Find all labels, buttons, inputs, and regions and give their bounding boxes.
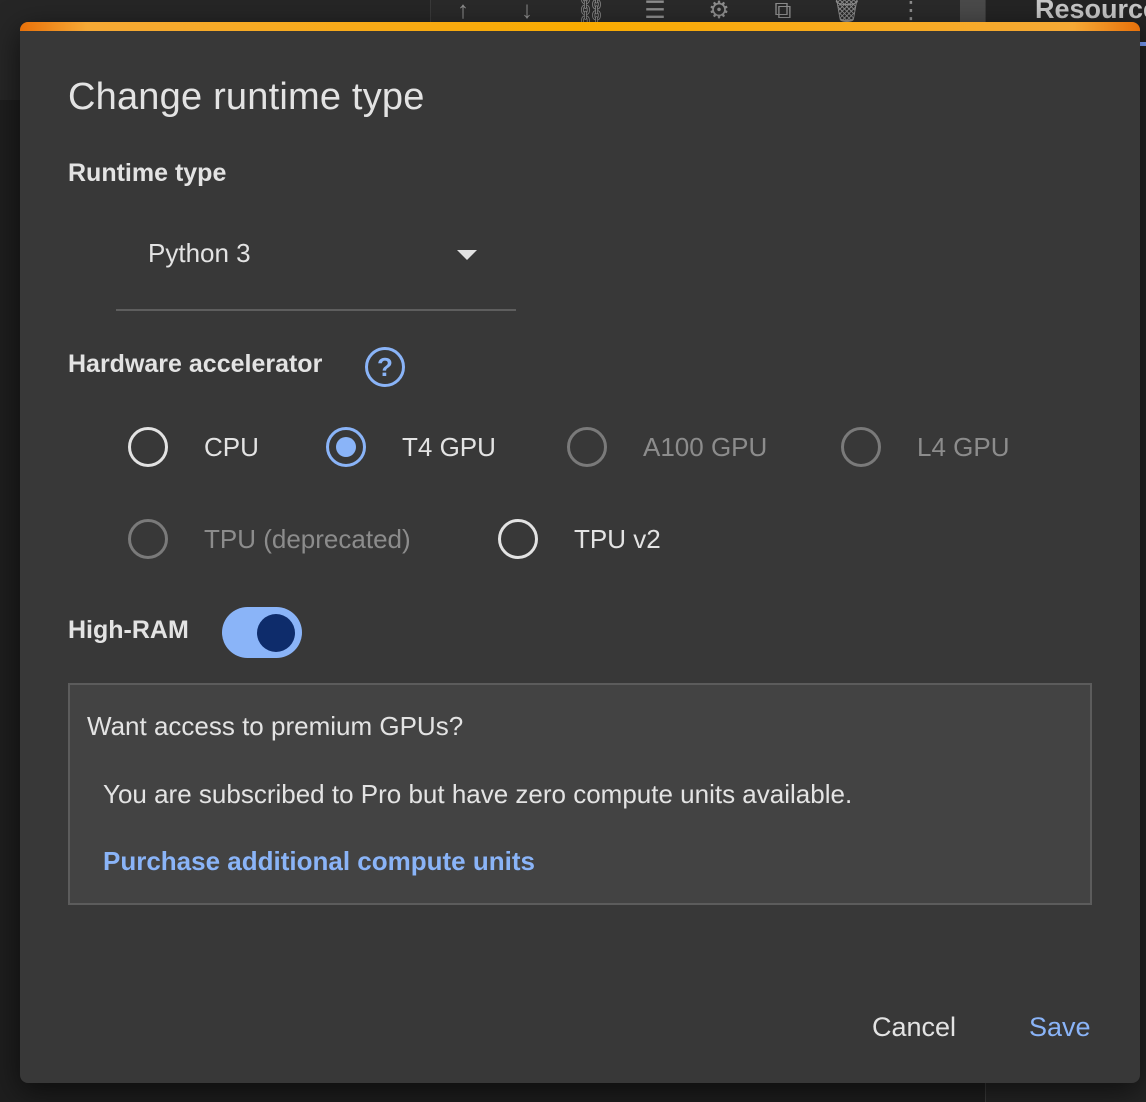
runtime-type-value: Python 3	[148, 238, 251, 268]
help-glyph: ?	[377, 351, 393, 382]
dropdown-arrow-icon	[457, 250, 477, 260]
high-ram-label: High-RAM	[68, 616, 189, 644]
radio-a100-gpu[interactable]: A100 GPU	[567, 427, 767, 467]
comment-icon[interactable]: ☰	[639, 0, 671, 24]
mirror-icon[interactable]: ⧉	[767, 0, 799, 24]
more-vert-icon[interactable]: ⋮	[895, 0, 927, 24]
radio-cpu[interactable]: CPU	[128, 427, 259, 467]
radio-button[interactable]	[326, 427, 366, 467]
help-icon[interactable]: ?	[365, 347, 405, 387]
dialog-top-stripe	[20, 22, 1140, 31]
hardware-accelerator-label: Hardware accelerator	[68, 350, 323, 378]
runtime-type-label: Runtime type	[68, 159, 227, 187]
toggle-knob	[257, 614, 295, 652]
radio-button[interactable]	[128, 519, 168, 559]
premium-gpu-info-box: Want access to premium GPUs? You are sub…	[68, 683, 1092, 905]
radio-tpu-v2[interactable]: TPU v2	[498, 519, 661, 559]
delete-icon[interactable]: 🗑	[831, 0, 863, 24]
runtime-type-select[interactable]: Python 3	[116, 222, 516, 311]
dialog-title: Change runtime type	[68, 76, 425, 118]
settings-icon[interactable]: ⚙	[703, 0, 735, 24]
premium-gpu-title: Want access to premium GPUs?	[87, 711, 464, 741]
cancel-button[interactable]: Cancel	[872, 1012, 956, 1043]
radio-label: TPU (deprecated)	[204, 523, 411, 554]
purchase-compute-units-link[interactable]: Purchase additional compute units	[103, 846, 535, 877]
radio-button[interactable]	[498, 519, 538, 559]
radio-button[interactable]	[567, 427, 607, 467]
change-runtime-dialog: Change runtime type Runtime type Python …	[20, 22, 1140, 1083]
radio-label: TPU v2	[574, 523, 661, 554]
radio-l4-gpu[interactable]: L4 GPU	[841, 427, 1010, 467]
subscription-message: You are subscribed to Pro but have zero …	[103, 779, 853, 809]
high-ram-toggle[interactable]	[222, 607, 302, 658]
save-button[interactable]: Save	[1029, 1012, 1091, 1043]
radio-label: T4 GPU	[402, 431, 496, 462]
radio-button[interactable]	[841, 427, 881, 467]
radio-button[interactable]	[128, 427, 168, 467]
radio-tpu-deprecated[interactable]: TPU (deprecated)	[128, 519, 411, 559]
arrow-up-icon[interactable]: ↑	[447, 0, 479, 24]
radio-label: A100 GPU	[643, 431, 768, 462]
radio-label: CPU	[204, 431, 259, 462]
radio-t4-gpu[interactable]: T4 GPU	[326, 427, 496, 467]
arrow-down-icon[interactable]: ↓	[511, 0, 543, 24]
link-icon[interactable]: ⛓	[575, 0, 607, 24]
radio-label: L4 GPU	[917, 431, 1010, 462]
